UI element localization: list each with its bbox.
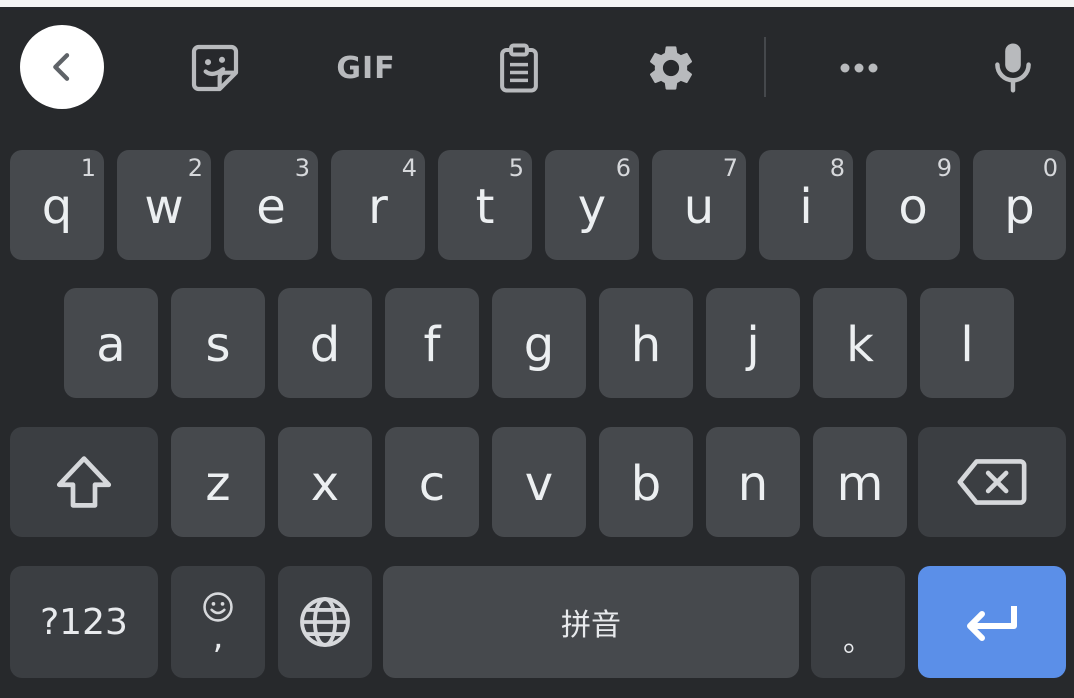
key-label: n	[737, 456, 769, 512]
key-hint: 7	[722, 154, 738, 182]
key-z[interactable]: z	[171, 427, 265, 537]
key-label: c	[418, 456, 446, 512]
key-y[interactable]: y 6	[545, 150, 639, 260]
period-label: 。	[843, 624, 873, 659]
shift-key[interactable]	[10, 427, 158, 537]
key-h[interactable]: h	[599, 288, 693, 398]
key-s[interactable]: s	[171, 288, 265, 398]
key-n[interactable]: n	[706, 427, 800, 537]
key-hint: 9	[936, 154, 952, 182]
back-button[interactable]	[20, 25, 104, 109]
key-i[interactable]: i 8	[759, 150, 853, 260]
period-key[interactable]: 。	[811, 566, 905, 678]
key-m[interactable]: m	[813, 427, 907, 537]
key-v[interactable]: v	[492, 427, 586, 537]
key-label: s	[205, 317, 231, 373]
key-label: k	[846, 317, 874, 373]
key-g[interactable]: g	[492, 288, 586, 398]
toolbar-divider	[764, 37, 766, 97]
key-d[interactable]: d	[278, 288, 372, 398]
sticker-button[interactable]	[182, 35, 248, 101]
key-label: l	[960, 317, 974, 373]
key-k[interactable]: k	[813, 288, 907, 398]
more-button[interactable]	[826, 35, 892, 101]
gear-icon	[644, 41, 698, 95]
key-u[interactable]: u 7	[652, 150, 746, 260]
key-label: h	[630, 317, 662, 373]
key-label: z	[205, 456, 231, 512]
chevron-left-icon	[42, 47, 82, 87]
key-label: b	[630, 456, 662, 512]
key-label: r	[368, 179, 388, 235]
key-label: i	[799, 179, 813, 235]
key-label: p	[1004, 179, 1035, 235]
key-t[interactable]: t 5	[438, 150, 532, 260]
comma-label: ,	[212, 617, 224, 657]
shift-icon	[51, 451, 117, 513]
key-r[interactable]: r 4	[331, 150, 425, 260]
key-label: m	[836, 456, 884, 512]
symbols-key[interactable]: ?123	[10, 566, 158, 678]
key-label: a	[96, 317, 126, 373]
keyboard-toolbar: GIF	[0, 7, 1074, 130]
key-q[interactable]: q 1	[10, 150, 104, 260]
key-label: u	[683, 179, 715, 235]
backspace-key[interactable]	[918, 427, 1066, 537]
emoji-comma-key[interactable]: ,	[171, 566, 265, 678]
key-f[interactable]: f	[385, 288, 479, 398]
gif-label: GIF	[336, 50, 396, 86]
more-icon	[835, 58, 883, 78]
key-label: j	[746, 317, 760, 373]
key-label: d	[309, 317, 341, 373]
key-label: t	[475, 179, 495, 235]
key-w[interactable]: w 2	[117, 150, 211, 260]
language-key[interactable]	[278, 566, 372, 678]
backspace-icon	[956, 455, 1028, 509]
voice-input-button[interactable]	[980, 35, 1046, 101]
microphone-icon	[986, 39, 1040, 97]
sticker-icon	[187, 40, 243, 96]
clipboard-icon	[492, 41, 546, 95]
key-label: g	[523, 317, 555, 373]
key-label: f	[423, 317, 441, 373]
globe-icon	[296, 593, 354, 651]
key-a[interactable]: a	[64, 288, 158, 398]
key-j[interactable]: j	[706, 288, 800, 398]
key-o[interactable]: o 9	[866, 150, 960, 260]
key-x[interactable]: x	[278, 427, 372, 537]
symbols-label: ?123	[40, 601, 128, 643]
key-hint: 0	[1042, 154, 1058, 182]
enter-key[interactable]	[918, 566, 1066, 678]
key-hint: 6	[615, 154, 631, 182]
key-label: v	[524, 456, 554, 512]
key-hint: 1	[80, 154, 96, 182]
key-label: x	[310, 456, 340, 512]
key-hint: 3	[294, 154, 310, 182]
key-b[interactable]: b	[599, 427, 693, 537]
key-label: q	[41, 179, 73, 235]
key-hint: 8	[829, 154, 845, 182]
key-label: y	[577, 179, 607, 235]
key-label: o	[898, 179, 928, 235]
key-c[interactable]: c	[385, 427, 479, 537]
gif-button[interactable]: GIF	[328, 35, 404, 101]
key-label: w	[144, 179, 184, 235]
key-hint: 2	[187, 154, 203, 182]
key-label: e	[256, 179, 286, 235]
key-e[interactable]: e 3	[224, 150, 318, 260]
key-p[interactable]: p 0	[973, 150, 1066, 260]
top-border	[0, 0, 1074, 7]
space-key[interactable]: 拼音	[383, 566, 799, 678]
key-l[interactable]: l	[920, 288, 1014, 398]
key-hint: 4	[401, 154, 417, 182]
settings-button[interactable]	[638, 35, 704, 101]
key-hint: 5	[508, 154, 524, 182]
space-label: 拼音	[561, 608, 621, 643]
clipboard-button[interactable]	[486, 35, 552, 101]
enter-arrow-icon	[962, 602, 1022, 642]
